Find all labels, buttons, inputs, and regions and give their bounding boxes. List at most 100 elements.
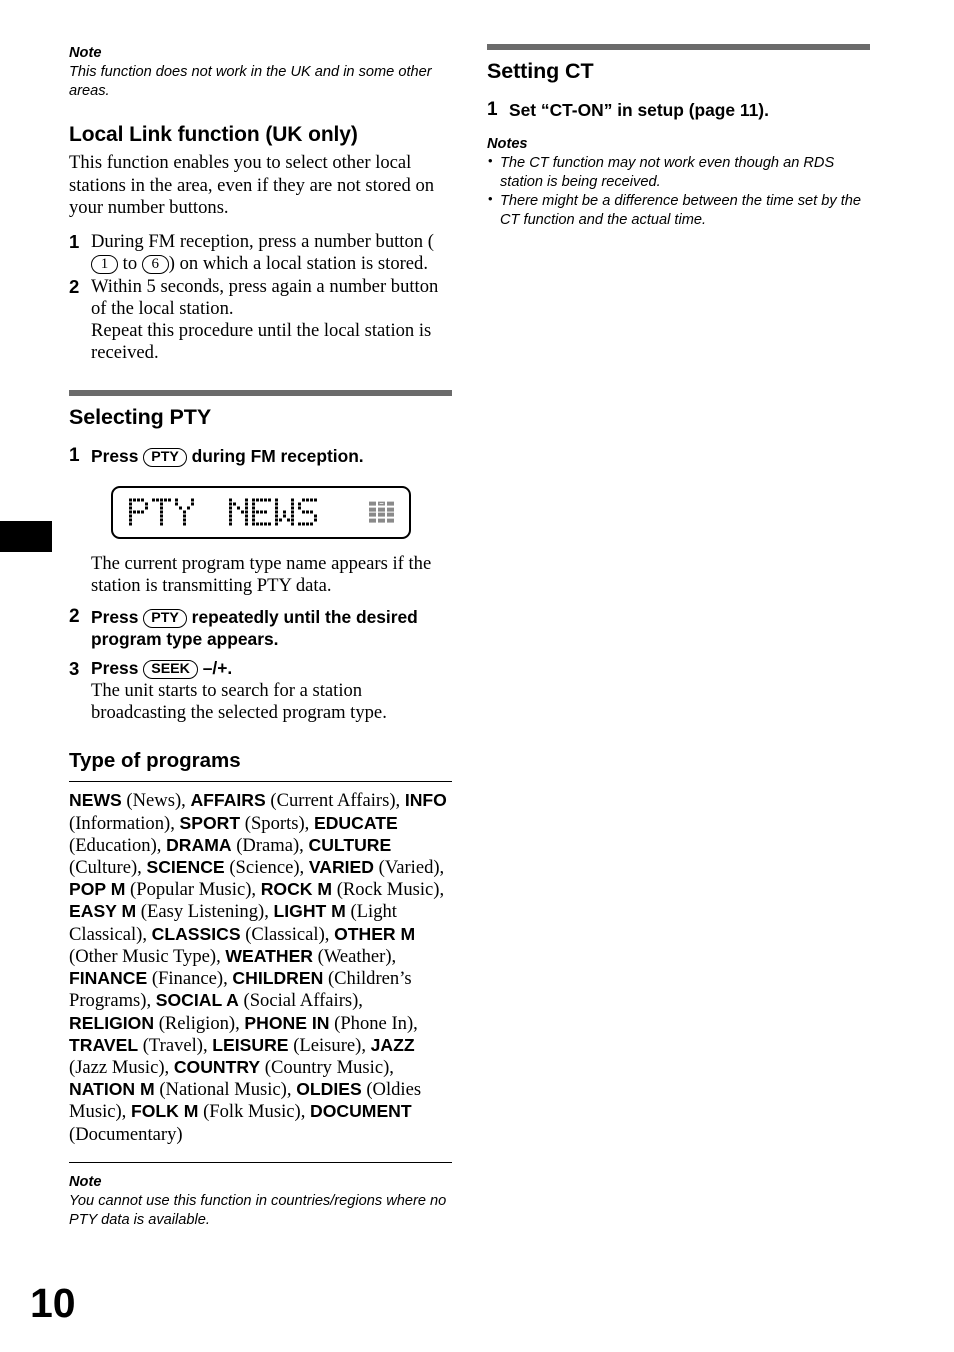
pty-code: JAZZ [370, 1034, 415, 1055]
top-note-body: This function does not work in the UK an… [69, 63, 432, 99]
step-number: 2 [69, 275, 80, 297]
step-line-1: Within 5 seconds, press again a number b… [91, 275, 439, 319]
chapter-edge-tab [0, 521, 52, 552]
top-note: Note This function does not work in the … [69, 44, 452, 101]
selecting-pty-step-1: 1 Press PTY during FM reception. [69, 445, 452, 468]
step-text: During FM reception, press a number butt… [91, 231, 434, 275]
selecting-pty-step-3-caption: The unit starts to search for a station … [91, 679, 387, 723]
type-of-programs-heading: Type of programs [69, 749, 241, 773]
lcd-glyph-t [151, 498, 171, 526]
pty-code: NEWS [69, 790, 122, 811]
pty-code: ROCK M [260, 879, 333, 900]
lcd-glyph-e [251, 498, 271, 526]
pty-code: NATION M [69, 1079, 155, 1100]
step-number: 1 [69, 445, 80, 467]
pty-code: SCIENCE [146, 857, 225, 878]
step-text: Set “CT-ON” in setup (page 11). [509, 99, 769, 120]
lcd-display [110, 485, 411, 539]
note-bullet-item: There might be a difference between the … [487, 191, 870, 230]
type-of-programs-list: NEWS (News), AFFAIRS (Current Affairs), … [69, 790, 452, 1146]
pty-description: (Documentary) [69, 1123, 183, 1145]
number-button-6-keycap: 6 [141, 255, 169, 275]
pty-description: (Religion), [154, 1012, 245, 1034]
pty-code: INFO [404, 790, 447, 811]
pty-description: (Travel), [138, 1034, 213, 1056]
pty-description: (Leisure), [288, 1034, 371, 1056]
pty-code: PHONE IN [244, 1012, 330, 1033]
pty-description: (Other Music Type), [69, 945, 226, 967]
pty-code: OTHER M [334, 923, 416, 944]
pty-code: RELIGION [69, 1012, 155, 1033]
step-text-after: –/+. [202, 658, 233, 679]
lcd-illustration-wrap [69, 485, 452, 539]
selecting-pty-step-1-caption: The current program type name appears if… [91, 552, 432, 596]
pty-code: OLDIES [296, 1079, 362, 1100]
pty-description: (Easy Listening), [136, 901, 274, 923]
pty-description: (Information), [69, 812, 180, 834]
level-grid-icon [369, 501, 394, 523]
setting-ct-heading: Setting CT [487, 59, 594, 83]
setting-ct-step-1: 1 Set “CT-ON” in setup (page 11). [487, 99, 870, 122]
step-number: 1 [69, 231, 80, 253]
pty-code: VARIED [308, 857, 374, 878]
bottom-note-title: Note [69, 1174, 102, 1191]
pty-description: (Varied), [374, 857, 445, 879]
page-number: 10 [30, 1280, 76, 1326]
selecting-pty-step-3: 3 Press SEEK –/+. The unit starts to sea… [69, 658, 452, 724]
pty-description: (Social Affairs), [238, 990, 363, 1012]
pty-description: (Drama), [231, 834, 309, 856]
manual-page: Note This function does not work in the … [0, 0, 954, 1352]
step-number: 2 [69, 606, 80, 628]
note-bullet-item: The CT function may not work even though… [487, 153, 870, 192]
left-column: Note This function does not work in the … [69, 44, 452, 1230]
lcd-glyph-n [228, 498, 248, 526]
selecting-pty-step-3-line: Press SEEK –/+. [91, 658, 452, 680]
pty-description: (Rock Music), [332, 879, 445, 901]
step-text-mid: to [122, 253, 138, 275]
pty-button-keycap: PTY [143, 448, 187, 468]
pty-code: CULTURE [308, 834, 392, 855]
pty-code: AFFAIRS [190, 790, 266, 811]
pty-code: SOCIAL A [155, 990, 239, 1011]
pty-description: (Folk Music), [198, 1101, 310, 1123]
pty-code: COUNTRY [173, 1056, 261, 1077]
pty-description: (News), [121, 790, 191, 812]
lcd-main-text [228, 498, 317, 526]
pty-code: WEATHER [225, 945, 314, 966]
local-link-intro: This function enables you to select othe… [69, 152, 435, 218]
pty-description: (Jazz Music), [69, 1056, 174, 1078]
step-text-before: Press [91, 446, 139, 467]
local-link-step-1: 1 During FM reception, press a number bu… [69, 231, 452, 275]
pty-code: CLASSICS [151, 923, 241, 944]
pty-code: POP M [69, 879, 126, 900]
pty-code: EDUCATE [313, 812, 398, 833]
pty-description: (Culture), [69, 857, 147, 879]
lcd-left-text [128, 498, 194, 526]
pty-code: FOLK M [130, 1101, 199, 1122]
pty-description: (Phone In), [329, 1012, 418, 1034]
local-link-heading: Local Link function (UK only) [69, 122, 358, 146]
pty-description: (Current Affairs), [265, 790, 405, 812]
seek-button-keycap: SEEK [143, 660, 198, 680]
step-text-before: Press [91, 658, 139, 679]
step-text-before: Press [91, 607, 139, 628]
step-text-after: ) on which a local station is stored. [168, 253, 429, 275]
pty-code: DOCUMENT [309, 1101, 412, 1122]
pty-description: (National Music), [154, 1079, 297, 1101]
step-text-after: during FM reception. [191, 446, 364, 467]
step-text-after: repeatedly until the desired program typ… [91, 607, 418, 649]
pty-code: LEISURE [212, 1034, 289, 1055]
top-note-title: Note [69, 45, 102, 61]
pty-code: CHILDREN [232, 968, 324, 989]
level-grid-cells [369, 501, 394, 523]
setting-ct-notes-list: The CT function may not work even though… [487, 153, 870, 230]
setting-ct-notes-title: Notes [487, 136, 528, 153]
selecting-pty-step-1-caption-wrap: The current program type name appears if… [69, 553, 452, 597]
number-button-1-keycap: 1 [91, 255, 118, 275]
pty-code: EASY M [69, 901, 137, 922]
step-text-before: During FM reception, press a number butt… [91, 231, 434, 253]
lcd-glyph-s [297, 498, 317, 526]
pty-description: (Classical), [240, 923, 335, 945]
pty-description: (Popular Music), [125, 879, 261, 901]
pty-code: DRAMA [166, 834, 232, 855]
